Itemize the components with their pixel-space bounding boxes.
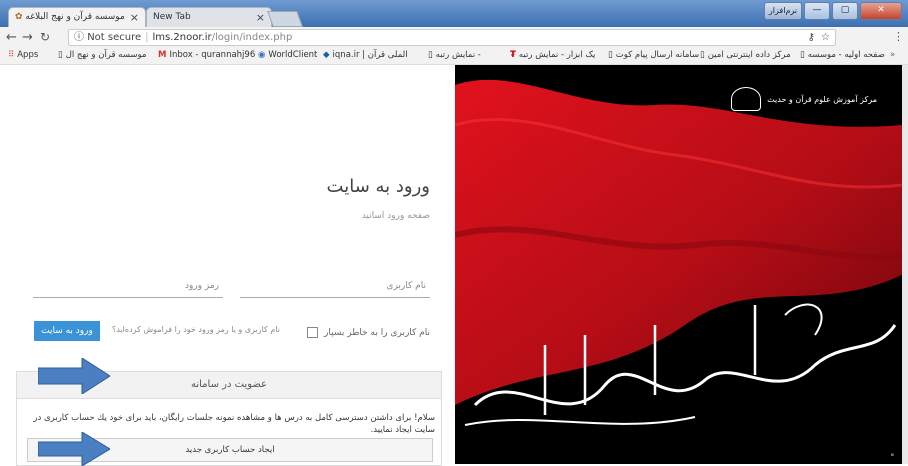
back-icon[interactable]: ← [6, 29, 17, 46]
page-icon: ▯ [58, 50, 63, 60]
new-tab-button[interactable] [267, 11, 303, 27]
calligraphy-icon [464, 303, 897, 426]
bookmark-label: موسسه قرآن و نهج ال [65, 50, 147, 60]
worldclient-icon: ◉ [258, 50, 266, 60]
tab-title: New Tab [153, 12, 191, 22]
close-window-button[interactable]: ✕ [860, 2, 902, 20]
bookmark-label: iqna.ir | الملی قرآن [332, 50, 408, 60]
username-placeholder: نام کاربری [386, 281, 426, 291]
security-label: Not secure [87, 32, 142, 43]
bookmark-label: سامانه ارسال پیام کوت [615, 50, 700, 60]
bookmark-label: مرکز داده اینترنتی امین [707, 50, 791, 60]
page-icon: ▯ [608, 50, 613, 60]
institute-logo: مرکز آموزش علوم قرآن و حدیث [731, 87, 877, 111]
profile-button[interactable]: نرم‌افزار [764, 2, 802, 20]
remember-me[interactable]: نام کاربری را به خاطر بسپار [307, 327, 430, 338]
page-subtitle: صفحه ورود اساتید [361, 211, 430, 221]
username-field[interactable]: نام کاربری [240, 279, 430, 298]
hero-image: مرکز آموزش علوم قرآن و حدیث ▪ [455, 65, 902, 464]
url-path: /login/index.php [211, 32, 293, 43]
minimize-button[interactable]: — [804, 2, 830, 20]
login-panel: ورود به سایت صفحه ورود اساتید نام کاربری… [0, 65, 455, 466]
bookmark-label: WorldClient [268, 50, 318, 60]
page-content: ورود به سایت صفحه ورود اساتید نام کاربری… [0, 65, 908, 466]
bookmark-apps[interactable]: ⠿ Apps [8, 48, 38, 63]
remember-label: نام کاربری را به خاطر بسپار [324, 327, 430, 338]
image-credit: ▪ [890, 452, 894, 458]
maximize-button[interactable]: ▢ [832, 2, 858, 20]
bookmarks-bar: ⠿ Apps ▯ موسسه قرآن و نهج ال M Inbox - qura… [0, 48, 908, 65]
logo-emblem-icon [731, 87, 762, 111]
iqna-icon: ◆ [323, 50, 330, 60]
tab-quran-institute[interactable]: ✿ موسسه قرآن و نهج البلاغه × [8, 7, 146, 27]
key-icon[interactable]: ⚷ [808, 30, 815, 46]
bookmark-label: صفحه اولیه - موسسه [807, 50, 885, 60]
bookmark-label: نمایش رتبه - [435, 50, 481, 60]
bookmark-item[interactable]: ▯ صفحه اولیه - موسسه [800, 48, 885, 63]
menu-icon[interactable]: ⋮ [893, 30, 904, 43]
annotation-arrow-icon [38, 358, 110, 394]
remember-checkbox[interactable] [307, 327, 319, 338]
bookmark-item[interactable]: ▯ سامانه ارسال پیام کوت [608, 48, 699, 63]
bookmark-item[interactable]: ◉ WorldClient [258, 48, 317, 63]
bookmark-label: Inbox - qurannahj96 [169, 50, 256, 60]
annotation-arrow-icon [38, 432, 110, 466]
window-controls: نرم‌افزار — ▢ ✕ [764, 2, 902, 20]
bookmark-star-icon[interactable]: ☆ [821, 30, 830, 46]
password-placeholder: رمز ورود [184, 281, 219, 291]
bookmark-item[interactable]: ₮ یک ابزار - نمایش رتبه [510, 48, 595, 63]
page-title: ورود به سایت [326, 176, 430, 197]
bookmark-item[interactable]: ▯ موسسه قرآن و نهج ال [58, 48, 146, 63]
forward-icon[interactable]: → [22, 29, 33, 46]
logo-text: مرکز آموزش علوم قرآن و حدیث [767, 94, 877, 104]
window-titlebar: ✿ موسسه قرآن و نهج البلاغه × New Tab × ن… [0, 0, 908, 27]
tab-title: موسسه قرآن و نهج البلاغه [25, 12, 125, 22]
bookmark-label: Apps [17, 50, 39, 60]
bookmark-label: یک ابزار - نمایش رتبه [518, 50, 596, 60]
url-host: lms.2noor.ir [152, 32, 212, 43]
address-bar[interactable]: ⓘ Not secure | lms.2noor.ir/login/index.ph… [68, 29, 836, 46]
browser-toolbar: ← → ↻ ⓘ Not secure | lms.2noor.ir/login/in… [0, 27, 908, 48]
bookmark-item[interactable]: M Inbox - qurannahj96 [158, 48, 255, 63]
gmail-icon: M [158, 50, 167, 60]
info-icon: ⓘ [74, 32, 84, 43]
reload-icon[interactable]: ↻ [40, 29, 50, 46]
login-button[interactable]: ورود به سایت [34, 321, 100, 341]
page-scrollbar[interactable] [902, 65, 908, 464]
page-icon: ▯ [428, 50, 433, 60]
ebzar-icon: ₮ [510, 50, 516, 60]
close-icon[interactable]: × [256, 8, 265, 27]
institute-favicon-icon: ✿ [15, 12, 23, 22]
tab-new-tab[interactable]: New Tab × [146, 7, 272, 27]
page-icon: ▯ [700, 50, 705, 60]
password-field[interactable]: رمز ورود [33, 279, 223, 298]
bookmark-item[interactable]: ▯ مرکز داده اینترنتی امین [700, 48, 791, 63]
bookmarks-overflow-icon[interactable]: » [890, 48, 895, 63]
page-icon: ▯ [800, 50, 805, 60]
close-icon[interactable]: × [130, 8, 139, 27]
forgot-password-link[interactable]: نام کاربری و یا رمز ورود خود را فراموش ک… [112, 325, 280, 334]
bookmark-item[interactable]: ◆ iqna.ir | الملی قرآن [323, 48, 408, 63]
bookmark-item[interactable]: ▯ نمایش رتبه - [428, 48, 481, 63]
apps-icon: ⠿ [8, 50, 15, 60]
